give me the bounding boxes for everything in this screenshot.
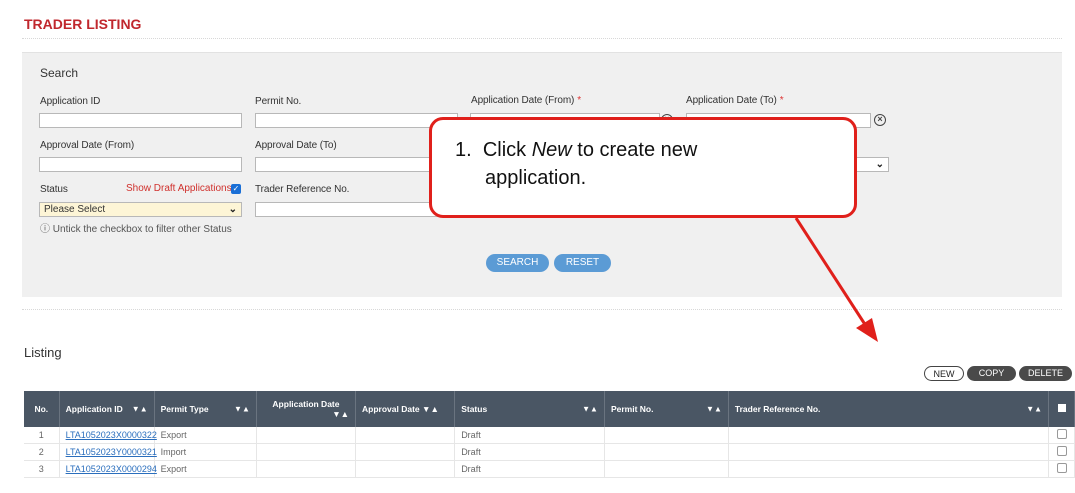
callout-arrow: [794, 217, 878, 342]
